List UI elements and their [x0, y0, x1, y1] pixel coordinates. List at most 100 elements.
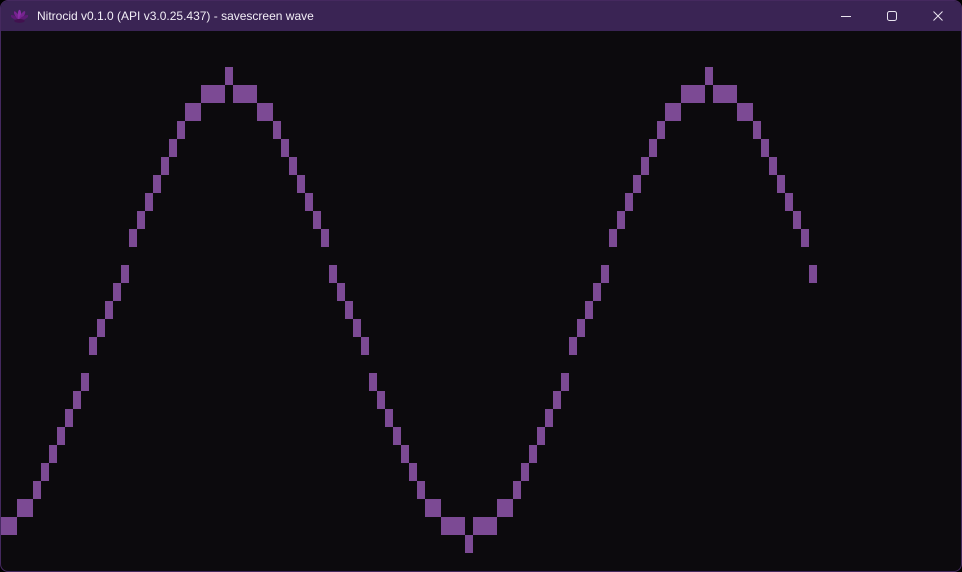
- wave-cell: [601, 265, 609, 283]
- wave-cell: [177, 121, 185, 139]
- wave-cell: [545, 409, 553, 427]
- wave-cell: [377, 391, 385, 409]
- wave-cell: [641, 157, 649, 175]
- wave-cell: [673, 103, 681, 121]
- wave-cell: [193, 103, 201, 121]
- wave-cell: [33, 481, 41, 499]
- wave-cell: [473, 517, 481, 535]
- wave-cell: [225, 67, 233, 85]
- wave-cell: [249, 85, 257, 103]
- window-controls: [823, 1, 961, 31]
- app-window: Nitrocid v0.1.0 (API v3.0.25.437) - save…: [0, 0, 962, 572]
- wave-cell: [169, 139, 177, 157]
- wave-cell: [513, 481, 521, 499]
- wave-cell: [649, 139, 657, 157]
- wave-cell: [201, 85, 209, 103]
- wave-cell: [489, 517, 497, 535]
- wave-cell: [617, 211, 625, 229]
- wave-cell: [153, 175, 161, 193]
- wave-cell: [481, 517, 489, 535]
- wave-cell: [305, 193, 313, 211]
- wave-cell: [785, 193, 793, 211]
- wave-cell: [1, 517, 9, 535]
- wave-cell: [569, 337, 577, 355]
- wave-cell: [57, 427, 65, 445]
- wave-cell: [25, 499, 33, 517]
- wave-cell: [241, 85, 249, 103]
- wave-cell: [745, 103, 753, 121]
- wave-cell: [529, 445, 537, 463]
- wave-cell: [425, 499, 433, 517]
- wave-cell: [345, 301, 353, 319]
- wave-cell: [417, 481, 425, 499]
- wave-cell: [297, 175, 305, 193]
- window-title: Nitrocid v0.1.0 (API v3.0.25.437) - save…: [37, 1, 314, 31]
- maximize-button[interactable]: [869, 1, 915, 31]
- wave-cell: [369, 373, 377, 391]
- wave-cell: [273, 121, 281, 139]
- wave-cell: [217, 85, 225, 103]
- wave-cell: [393, 427, 401, 445]
- wave-cell: [801, 229, 809, 247]
- minimize-button[interactable]: [823, 1, 869, 31]
- wave-cell: [337, 283, 345, 301]
- wave-cell: [161, 157, 169, 175]
- wave-cell: [625, 193, 633, 211]
- wave-cell: [105, 301, 113, 319]
- wave-cell: [761, 139, 769, 157]
- wave-cell: [409, 463, 417, 481]
- wave-cell: [281, 139, 289, 157]
- wave-cell: [433, 499, 441, 517]
- close-icon: [933, 11, 943, 21]
- wave-cell: [385, 409, 393, 427]
- wave-cell: [609, 229, 617, 247]
- wave-cell: [561, 373, 569, 391]
- wave-cell: [729, 85, 737, 103]
- wave-cell: [713, 85, 721, 103]
- wave-cell: [721, 85, 729, 103]
- wave-cell: [49, 445, 57, 463]
- wave-cell: [633, 175, 641, 193]
- wave-cell: [681, 85, 689, 103]
- wave-cell: [777, 175, 785, 193]
- wave-cell: [689, 85, 697, 103]
- wave-cell: [185, 103, 193, 121]
- wave-cell: [665, 103, 673, 121]
- wave-cell: [457, 517, 465, 535]
- wave-cell: [585, 301, 593, 319]
- wave-cell: [793, 211, 801, 229]
- wave-cell: [257, 103, 265, 121]
- wave-cell: [65, 409, 73, 427]
- wave-cell: [209, 85, 217, 103]
- wave-cell: [697, 85, 705, 103]
- wave-cell: [521, 463, 529, 481]
- terminal-screen[interactable]: [1, 31, 961, 571]
- wave-cell: [449, 517, 457, 535]
- wave-cell: [113, 283, 121, 301]
- wave-cell: [753, 121, 761, 139]
- wave-cell: [9, 517, 17, 535]
- wave-cell: [441, 517, 449, 535]
- wave-cell: [401, 445, 409, 463]
- wave-cell: [329, 265, 337, 283]
- wave-cell: [81, 373, 89, 391]
- wave-cell: [657, 121, 665, 139]
- wave-cell: [73, 391, 81, 409]
- wave-cell: [313, 211, 321, 229]
- wave-cell: [321, 229, 329, 247]
- titlebar[interactable]: Nitrocid v0.1.0 (API v3.0.25.437) - save…: [1, 1, 961, 31]
- wave-cell: [593, 283, 601, 301]
- wave-cell: [577, 319, 585, 337]
- close-button[interactable]: [915, 1, 961, 31]
- wave-cell: [537, 427, 545, 445]
- wave-cell: [265, 103, 273, 121]
- wave-cell: [89, 337, 97, 355]
- wave-cell: [361, 337, 369, 355]
- maximize-icon: [887, 11, 897, 21]
- wave-cell: [145, 193, 153, 211]
- wave-cell: [41, 463, 49, 481]
- wave-cell: [553, 391, 561, 409]
- wave-cell: [233, 85, 241, 103]
- wave-cell: [129, 229, 137, 247]
- wave-cell: [737, 103, 745, 121]
